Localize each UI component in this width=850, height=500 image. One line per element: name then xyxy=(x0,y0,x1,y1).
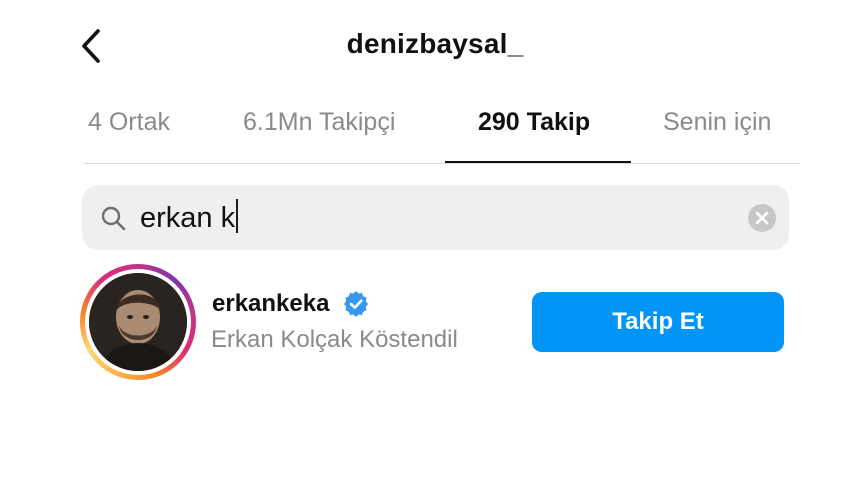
full-name: Erkan Kolçak Köstendil xyxy=(211,326,458,353)
search-input[interactable]: erkan k xyxy=(140,199,239,235)
verified-badge-icon xyxy=(344,291,368,317)
follow-button[interactable]: Takip Et xyxy=(532,292,784,352)
search-bar[interactable]: erkan k xyxy=(82,185,789,250)
following-list-screen: denizbaysal_ 4 Ortak 6.1Mn Takipçi 290 T… xyxy=(0,0,850,500)
search-icon xyxy=(101,206,126,231)
tabs-divider xyxy=(84,163,800,164)
list-item[interactable]: erkankeka Erkan Kolçak Köstendil Takip E… xyxy=(80,262,790,384)
tab-for-you[interactable]: Senin için xyxy=(663,108,771,137)
text-caret xyxy=(236,199,239,233)
active-tab-indicator xyxy=(445,161,631,163)
story-ring[interactable] xyxy=(80,264,196,380)
avatar-frame xyxy=(85,269,191,375)
tab-followers[interactable]: 6.1Mn Takipçi xyxy=(243,108,395,137)
username[interactable]: erkankeka xyxy=(212,290,329,318)
page-title: denizbaysal_ xyxy=(346,28,524,59)
avatar xyxy=(89,273,187,371)
tab-mutual[interactable]: 4 Ortak xyxy=(88,108,170,137)
search-input-value: erkan k xyxy=(140,202,236,234)
clear-circle-icon[interactable] xyxy=(747,203,777,233)
avatar-portrait xyxy=(89,273,187,371)
tab-following[interactable]: 290 Takip xyxy=(478,108,590,137)
